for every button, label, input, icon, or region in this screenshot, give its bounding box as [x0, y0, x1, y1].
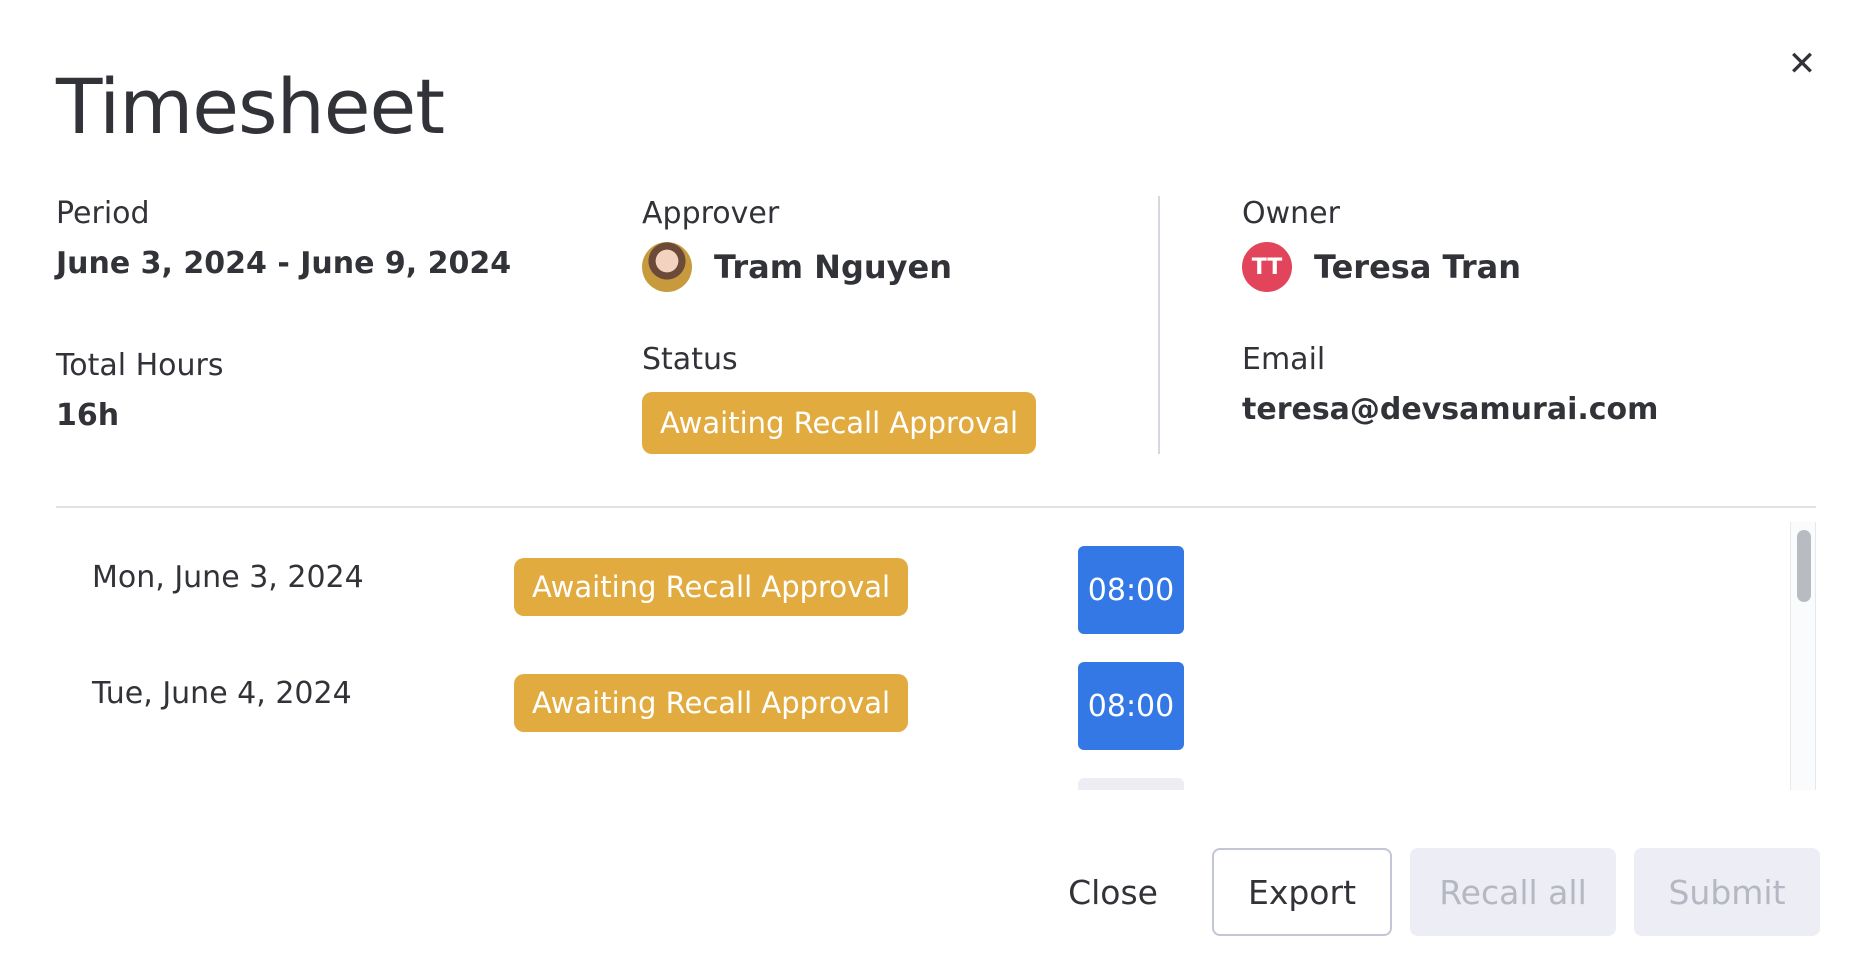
day-row: Mon, June 3, 2024 Awaiting Recall Approv…	[56, 534, 1776, 634]
period-value: June 3, 2024 - June 9, 2024	[56, 246, 512, 281]
close-button[interactable]: Close	[1032, 848, 1194, 936]
approver-avatar	[642, 242, 692, 292]
section-divider	[56, 506, 1816, 508]
owner-label: Owner	[1242, 196, 1340, 231]
recall-all-button[interactable]: Recall all	[1410, 848, 1616, 936]
owner-avatar: TT	[1242, 242, 1292, 292]
scrollbar-thumb[interactable]	[1797, 530, 1811, 602]
approver: Tram Nguyen	[642, 242, 1036, 292]
day-row: Tue, June 4, 2024 Awaiting Recall Approv…	[56, 650, 1776, 750]
column-divider	[1158, 196, 1160, 454]
day-status-badge: Awaiting Recall Approval	[514, 674, 909, 732]
status-label: Status	[642, 342, 738, 377]
day-date: Tue, June 4, 2024	[92, 676, 352, 711]
day-status-badge: Awaiting Recall Approval	[514, 558, 909, 616]
total-hours-label: Total Hours	[56, 348, 224, 383]
timesheet-info: Period June 3, 2024 - June 9, 2024 Total…	[56, 196, 1816, 466]
day-hours-cell[interactable]: 08:00	[1078, 662, 1184, 750]
total-hours-field: Total Hours 16h	[56, 348, 511, 438]
day-list: Mon, June 3, 2024 Awaiting Recall Approv…	[56, 522, 1816, 790]
day-hours-cell-partial[interactable]	[1078, 778, 1184, 790]
info-column-owner: Owner TT Teresa Tran Email teresa@devsam…	[1242, 196, 1658, 494]
close-icon[interactable]: ✕	[1782, 44, 1822, 84]
status-badge: Awaiting Recall Approval	[642, 392, 1037, 454]
email-value: teresa@devsamurai.com	[1242, 392, 1659, 427]
approver-label: Approver	[642, 196, 780, 231]
day-list-scrollbar[interactable]	[1790, 522, 1816, 790]
owner-field: Owner TT Teresa Tran	[1242, 196, 1658, 292]
period-label: Period	[56, 196, 150, 231]
timesheet-dialog: ✕ Timesheet Period June 3, 2024 - June 9…	[0, 0, 1856, 958]
period-field: Period June 3, 2024 - June 9, 2024	[56, 196, 511, 286]
day-hours-cell[interactable]: 08:00	[1078, 546, 1184, 634]
status-field: Status Awaiting Recall Approval	[642, 342, 1037, 454]
approver-field: Approver Tram Nguyen	[642, 196, 1036, 292]
owner-name: Teresa Tran	[1314, 248, 1522, 286]
page-title: Timesheet	[56, 62, 445, 151]
email-label: Email	[1242, 342, 1326, 377]
approver-name: Tram Nguyen	[714, 248, 952, 286]
export-button[interactable]: Export	[1212, 848, 1392, 936]
day-row	[56, 766, 1776, 790]
dialog-footer: Close Export Recall all Submit	[1032, 848, 1820, 936]
day-date: Mon, June 3, 2024	[92, 560, 364, 595]
submit-button[interactable]: Submit	[1634, 848, 1820, 936]
info-column-approver: Approver Tram Nguyen Status Awaiting Rec…	[642, 196, 1037, 516]
email-field: Email teresa@devsamurai.com	[1242, 342, 1658, 432]
owner: TT Teresa Tran	[1242, 242, 1658, 292]
total-hours-value: 16h	[56, 398, 120, 433]
info-column-period: Period June 3, 2024 - June 9, 2024 Total…	[56, 196, 511, 500]
